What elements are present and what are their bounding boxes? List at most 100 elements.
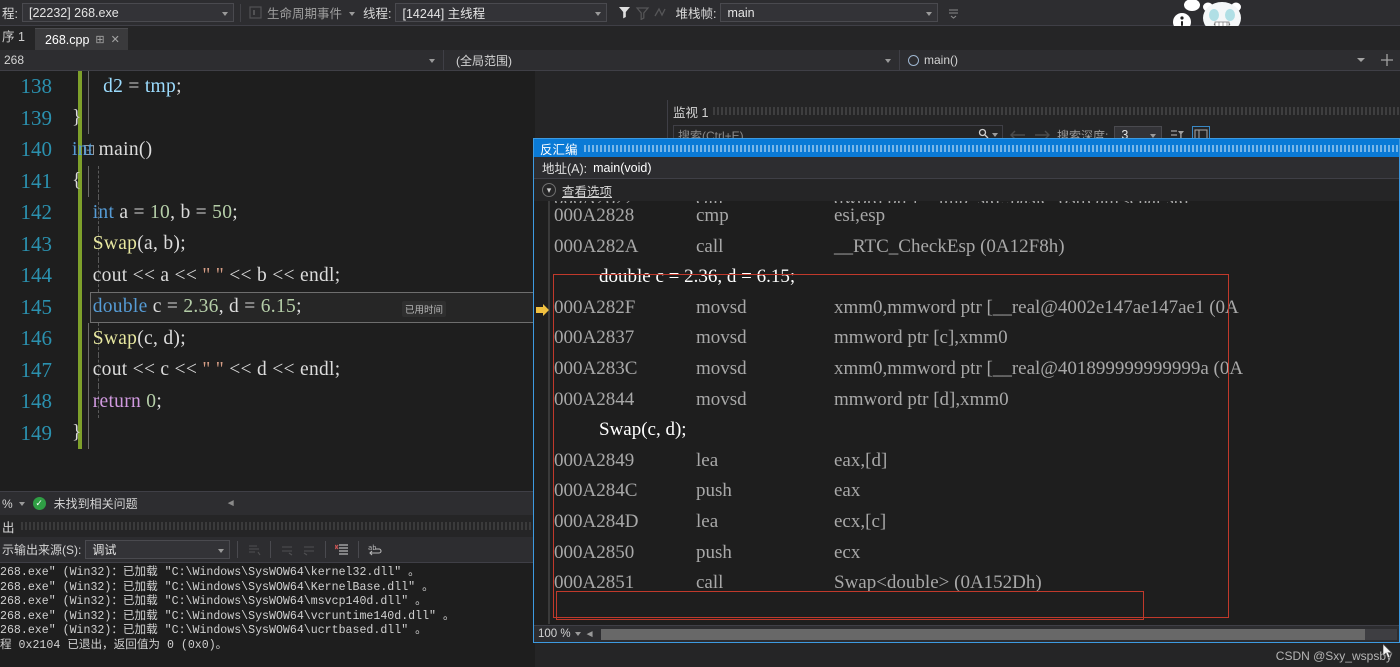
code-lines: 138 d2 = tmp; 139} 140− int main() 141{142 i… [0,71,535,449]
disassembly-instruction-row[interactable]: 000A2828 cmp esi,esp [534,203,1399,234]
method-value: main() [924,53,959,67]
chevron-down-icon [595,11,602,16]
disassembly-listing[interactable]: 000A2822calldword ptr [__imp_std::basic_… [534,201,1399,624]
go-to-next-icon[interactable] [300,541,318,559]
chevron-down-icon[interactable] [574,632,581,636]
code-line[interactable]: 138 d2 = tmp; [0,71,535,103]
funnel-dim-icon[interactable] [633,4,651,22]
tab-ghost-label[interactable]: 序 1 [0,22,35,50]
find-message-icon[interactable] [245,541,263,559]
disassembly-instruction-row[interactable]: 000A2851 call Swap<double> (0A152Dh) [534,570,1399,601]
line-number: 146 [20,326,53,351]
code-text: d2 = tmp; [62,76,182,98]
code-token: Swap [92,327,138,349]
stackframe-combo[interactable]: main [720,3,939,22]
split-window-icon[interactable] [1378,51,1396,69]
code-token: ; [334,264,341,286]
output-toolbar: 示输出来源(S): 调试 ab [0,537,535,563]
instruction-operands: esi,esp [834,205,886,226]
code-token: 2.36 [183,296,219,318]
lifecycle-icon[interactable] [247,4,265,22]
code-token: double [92,296,148,318]
disassembly-instruction-row[interactable]: 000A2837 movsd mmword ptr [c],xmm0 [534,325,1399,356]
code-line[interactable]: 139} [0,102,535,134]
mouse-cursor-icon [1382,643,1394,659]
disassembly-zoom-value[interactable]: 100 % [538,628,571,640]
flags-dim-icon[interactable] [651,4,669,22]
code-line[interactable]: 143 Swap(a, b); [0,228,535,260]
scrollbar-thumb[interactable] [600,628,1366,640]
thread-combo[interactable]: [14244] 主线程 [395,3,608,22]
code-line[interactable]: 144 cout << a << " " << b << endl; [0,260,535,292]
line-number: 139 [20,105,53,130]
code-token: main() [93,138,153,160]
output-source-label: 示输出来源(S): [2,543,82,557]
instruction-address: 000A2844 [554,388,635,410]
code-line[interactable]: 149} [0,417,535,449]
code-token: return [92,390,142,412]
project-combo[interactable]: 268 [0,50,443,71]
disassembly-view-options[interactable]: ▾ 查看选项 [534,179,1399,201]
vs-debugger-window: 程: [22232] 268.exe 生命周期事件 线程: [14244] 主线… [0,0,1400,667]
code-token: (a, b); [137,233,186,255]
chevron-down-icon[interactable] [1352,51,1370,69]
code-editor[interactable]: 138 d2 = tmp; 139} 140− int main() 141{142 i… [0,71,535,491]
disassembly-source-line[interactable]: double c = 2.36, d = 6.15; [534,264,1399,295]
lifecycle-chevron-down-icon[interactable] [349,11,355,16]
output-source-combo[interactable]: 调试 [85,540,231,559]
code-line[interactable]: 146 Swap(c, d); [0,323,535,355]
code-text: } [62,422,82,444]
toggle-word-wrap-icon[interactable]: ab [366,541,384,559]
divider [239,3,241,22]
go-to-previous-icon[interactable] [278,541,296,559]
disassembly-instruction-row[interactable]: 000A282F movsd xmm0,mmword ptr [__real@400… [534,295,1399,326]
pin-icon[interactable]: ⊞ [95,33,104,46]
process-combo[interactable]: [22232] 268.exe [21,3,234,22]
disassembly-title-bar[interactable]: 反汇编 [534,139,1399,157]
code-token: a = [114,201,150,223]
editor-zoom-control[interactable]: % [0,497,25,511]
output-text[interactable]: 268.exe" (Win32)：已加载 "C:\Windows\SysWOW6… [0,563,535,654]
code-line[interactable]: 147 cout << c << " " << d << endl; [0,354,535,386]
line-number: 140 [20,137,53,162]
horizontal-scrollbar[interactable] [600,628,1397,640]
code-line[interactable]: 148 return 0; [0,386,535,418]
disassembly-instruction-row[interactable]: 000A284C push eax [534,478,1399,509]
disassembly-instruction-row[interactable]: 000A284D lea ecx,[c] [534,509,1399,540]
tab-268-cpp[interactable]: 268.cpp ⊞ ✕ [34,28,128,50]
code-line[interactable]: 141 { [0,165,535,197]
scroll-left-arrow-icon[interactable]: ◄ [585,629,595,640]
toolbar-overflow-icon[interactable] [944,4,962,22]
chevron-down-icon[interactable] [992,133,998,137]
code-line[interactable]: 142 int a = 10, b = 50; [0,197,535,229]
disassembly-instruction-row[interactable]: 000A2849 lea eax,[d] [534,448,1399,479]
project-value: 268 [4,53,25,67]
disassembly-instruction-row[interactable]: 000A282A call __RTC_CheckEsp (0A12F8h) [534,234,1399,265]
code-line[interactable]: 145 double c = 2.36, d = 6.15; 已用时间 [0,291,535,323]
instruction-mnemonic: movsd [696,296,747,318]
method-combo[interactable]: main() [900,53,958,67]
instruction-address: 000A282A [554,235,639,257]
scope-combo[interactable]: (全局范围) [444,50,899,71]
close-icon[interactable]: ✕ [111,33,120,46]
clear-all-icon[interactable] [333,541,351,559]
chevron-down-icon[interactable]: ▾ [542,183,556,197]
disassembly-status-bar: 100 % ◄ [534,625,1399,642]
funnel-icon[interactable] [615,4,633,22]
code-text: return 0; [62,391,162,413]
code-token: Swap [92,233,138,255]
disassembly-instruction-row[interactable]: 000A283C movsd xmm0,mmword ptr [__real@401… [534,356,1399,387]
disassembly-instruction-row[interactable]: 000A2850 push ecx [534,540,1399,571]
output-line: 268.exe" (Win32)：已加载 "C:\Windows\SysWOW6… [0,609,455,623]
disassembly-source-line[interactable]: Swap(c, d); [534,417,1399,448]
collapse-arrow-icon[interactable]: ◄ [226,498,236,509]
lifecycle-label[interactable]: 生命周期事件 [267,3,342,22]
code-line[interactable]: 140− int main() [0,134,535,166]
divider [325,541,327,558]
disassembly-instruction-row[interactable]: 000A2844 movsd mmword ptr [d],xmm0 [534,387,1399,418]
code-token: ; [334,359,341,381]
address-input[interactable]: main(void) [593,161,651,175]
instruction-mnemonic: lea [696,449,719,471]
